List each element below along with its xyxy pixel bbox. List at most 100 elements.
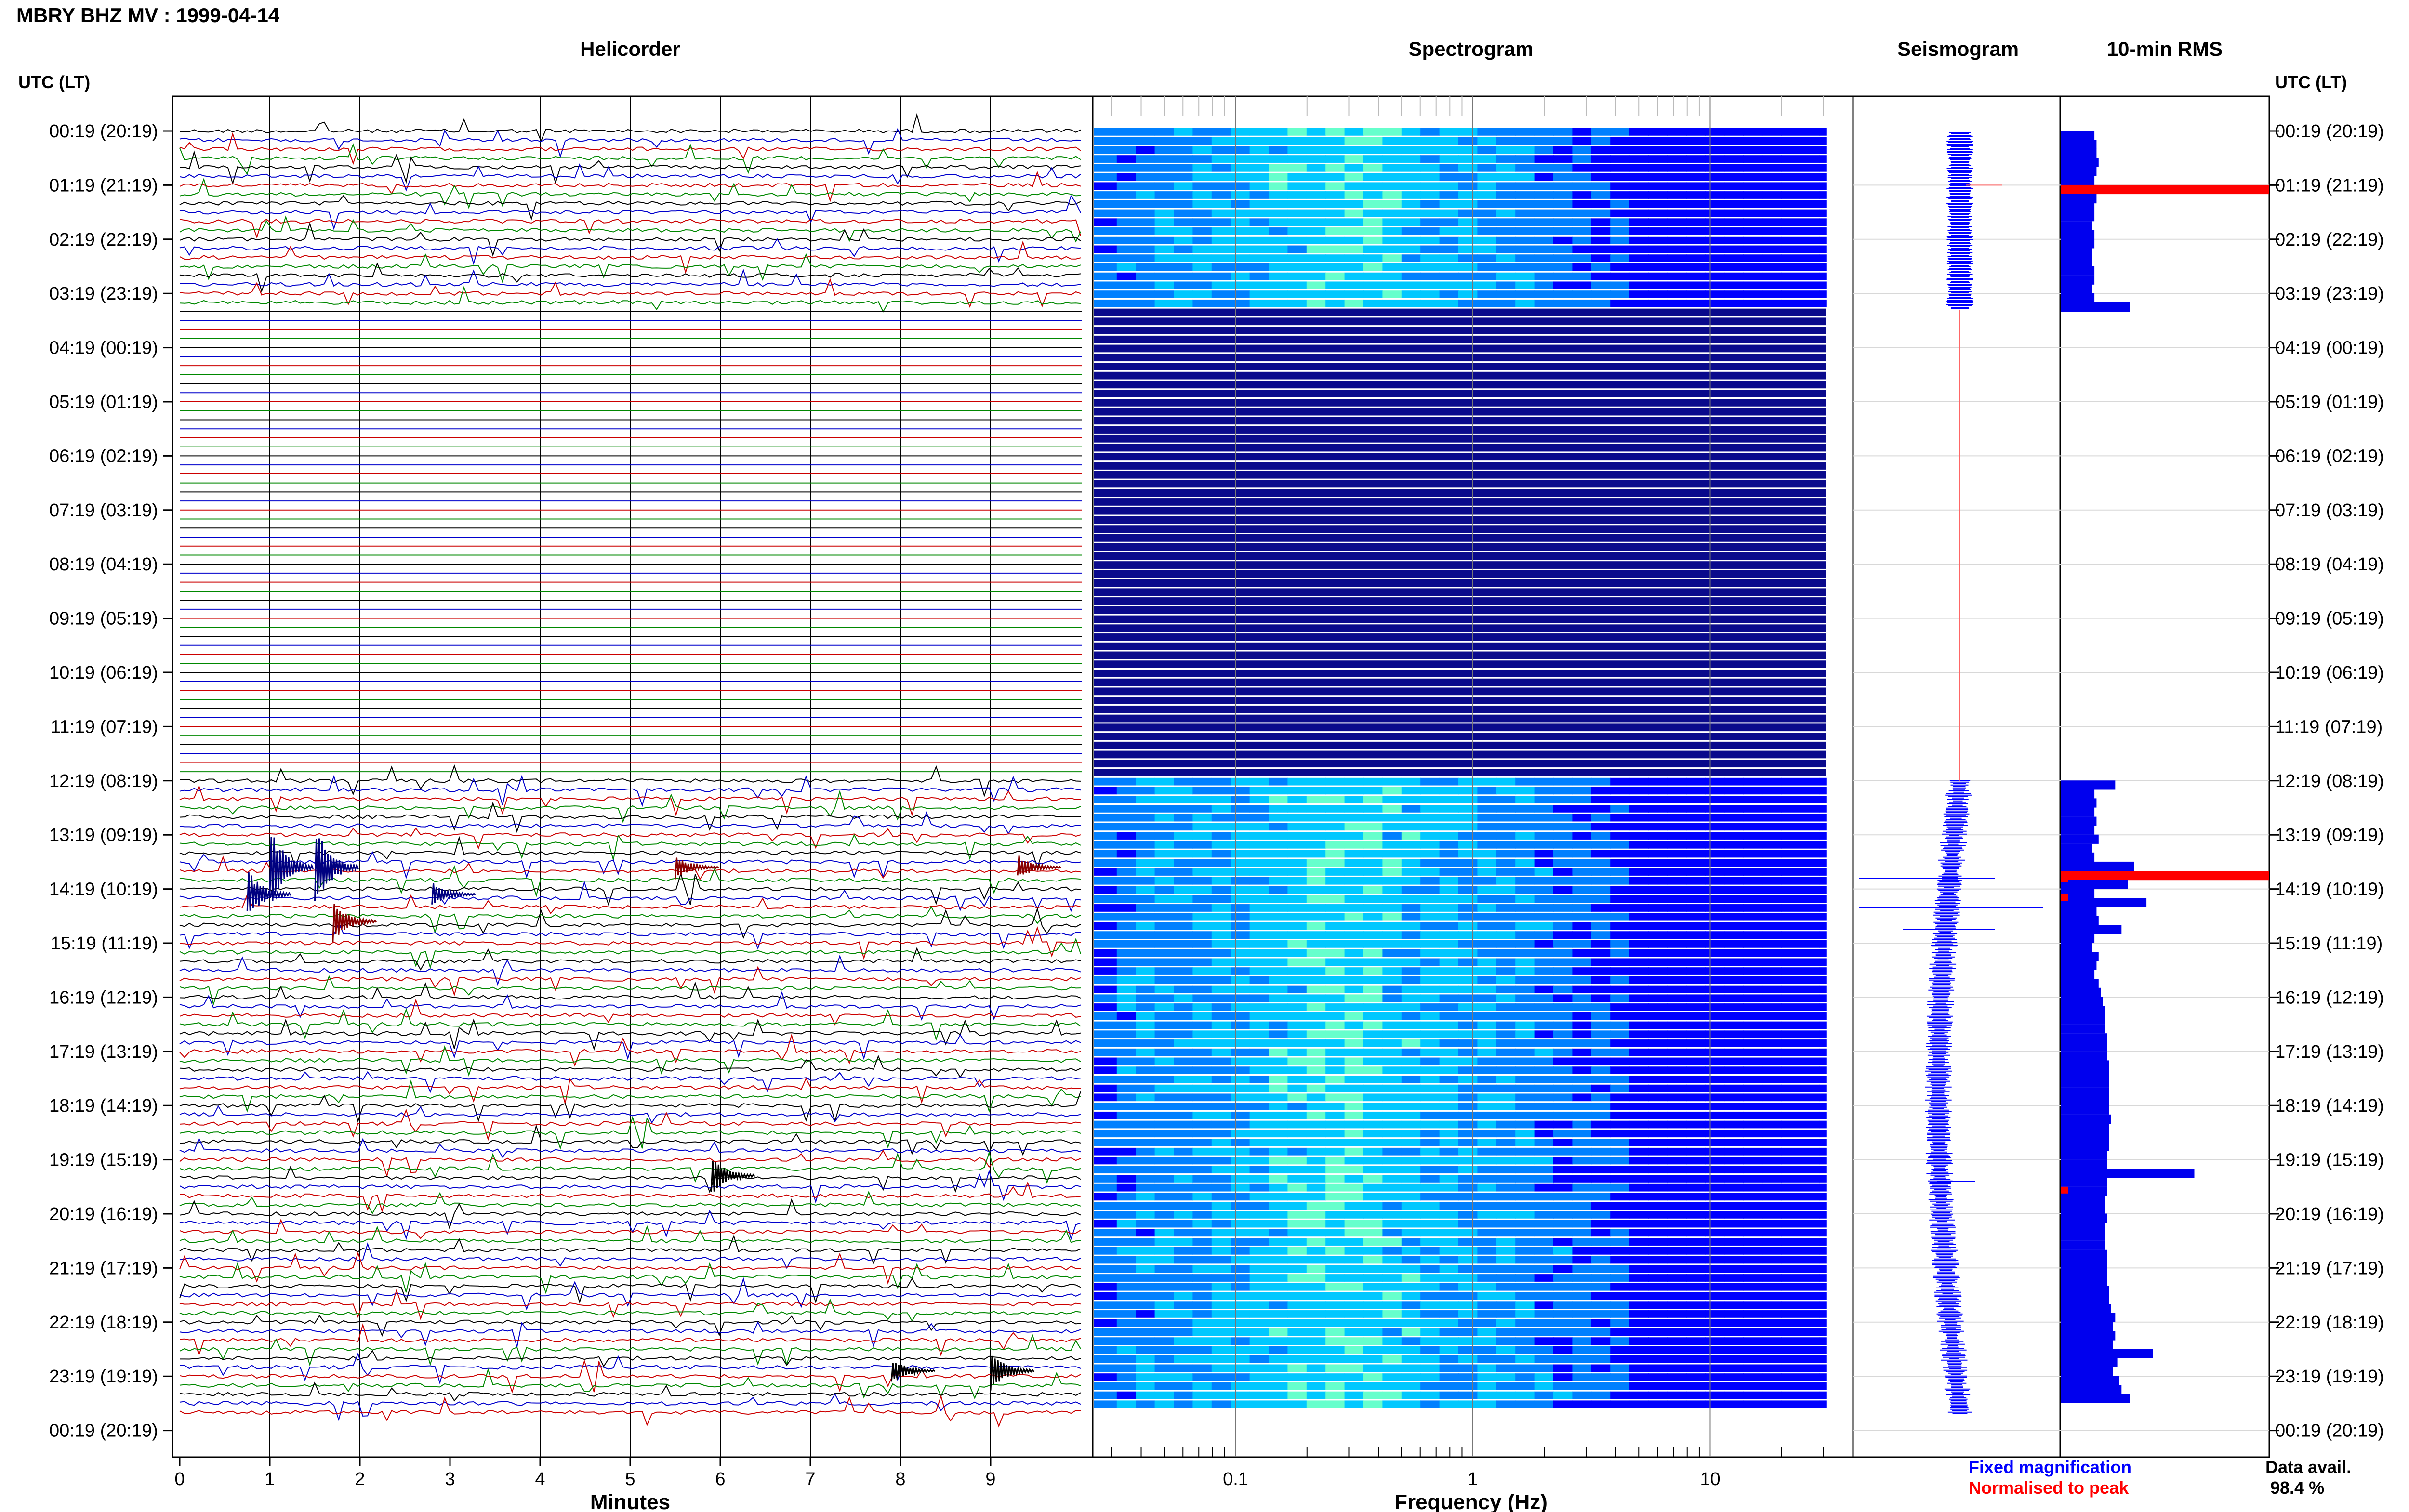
- spectrogram-cell: [1382, 904, 1402, 912]
- spectrogram-cell: [1534, 796, 1554, 803]
- spectrogram-cell: [1420, 895, 1440, 903]
- spectrogram-cell: [1572, 1301, 1592, 1309]
- spectrogram-cell: [1477, 1012, 1497, 1020]
- spectrogram-cell: [1439, 200, 1459, 208]
- spectrogram-cell: [1306, 1229, 1326, 1237]
- spectrogram-cell: [1743, 1039, 1763, 1047]
- spectrogram-cell: [1496, 1076, 1516, 1083]
- spectrogram-cell: [1211, 1193, 1231, 1201]
- spectrogram-cell: [1306, 1220, 1326, 1228]
- spectrogram-cell: [1819, 1238, 1827, 1246]
- spectrogram-cell: [1458, 814, 1478, 822]
- spectrogram-cell: [1553, 1103, 1573, 1110]
- spectrogram-cell: [1211, 173, 1231, 181]
- spectrogram-cell: [1420, 128, 1440, 136]
- spectrogram-cell: [1477, 1373, 1497, 1381]
- spectrogram-cell: [1211, 254, 1231, 262]
- spectrogram-cell: [1686, 796, 1706, 803]
- spectrogram-cell: [1629, 832, 1649, 840]
- spectrogram-cell: [1477, 299, 1497, 307]
- spectrogram-cell: [1553, 1120, 1573, 1129]
- spectrogram-cell: [1269, 272, 1288, 280]
- spectrogram-cell: [1743, 236, 1763, 244]
- spectrogram-cell: [1211, 805, 1231, 813]
- spectrogram-cell: [1231, 1157, 1250, 1165]
- spectrogram-cell: [1648, 1084, 1668, 1092]
- spectrogram-cell: [1094, 1021, 1117, 1029]
- spectrogram-cell: [1648, 895, 1668, 903]
- spectrogram-cell: [1116, 949, 1136, 957]
- spectrogram-cell: [1249, 868, 1269, 876]
- time-label-right: 08:19 (04:19): [2275, 554, 2384, 575]
- spectrogram-cell: [1781, 1274, 1800, 1282]
- spectrogram-cell: [1667, 994, 1687, 1002]
- spectrogram-cell: [1094, 940, 1117, 948]
- spectrogram-cell: [1572, 1111, 1592, 1119]
- spectrogram-cell: [1762, 1057, 1782, 1065]
- spectrogram-cell: [1094, 1301, 1117, 1309]
- spectrogram-cell: [1743, 173, 1763, 181]
- spectrogram-cell: [1610, 209, 1630, 217]
- spectrogram-cell: [1325, 841, 1345, 849]
- spectrogram-cell: [1572, 254, 1592, 262]
- spectrogram-cell: [1477, 1229, 1497, 1237]
- spectrogram-cell: [1686, 868, 1706, 876]
- spectrogram-cell: [1610, 1103, 1630, 1110]
- spectrogram-cell: [1515, 949, 1535, 957]
- spectrogram-cell: [1458, 182, 1478, 190]
- spectrogram-cell: [1174, 949, 1193, 957]
- spectrogram-cell: [1344, 254, 1364, 262]
- spectrogram-cell: [1724, 1103, 1744, 1110]
- legend-fixed: Fixed magnification: [1969, 1457, 2132, 1477]
- spectrogram-cell: [1781, 1382, 1800, 1390]
- spectrogram-cell: [1553, 1391, 1573, 1399]
- helicorder-xtick-label: 5: [625, 1469, 635, 1489]
- spectrogram-cell: [1458, 904, 1478, 912]
- spectrogram-cell: [1686, 1057, 1706, 1065]
- spectrogram-cell: [1231, 128, 1250, 136]
- spectrogram-cell: [1667, 1346, 1687, 1354]
- spectrogram-cell: [1136, 841, 1155, 849]
- spectrogram-cell: [1136, 823, 1155, 831]
- spectrogram-cell: [1743, 1084, 1763, 1092]
- spectrogram-cell: [1800, 200, 1820, 208]
- spectrogram-cell: [1648, 1103, 1668, 1110]
- spectrogram-cell: [1174, 958, 1193, 966]
- spectrogram-cell: [1249, 994, 1269, 1002]
- spectrogram-cell: [1724, 777, 1744, 786]
- spectrogram-cell: [1591, 967, 1611, 975]
- spectrogram-cell: [1420, 913, 1440, 921]
- rms-bar: [2061, 880, 2128, 889]
- rms-bar: [2061, 1376, 2119, 1385]
- spectrogram-cell: [1458, 1247, 1478, 1255]
- spectrogram-cell: [1306, 976, 1326, 984]
- spectrogram-cell: [1401, 904, 1421, 912]
- time-label-right: 02:19 (22:19): [2275, 230, 2384, 250]
- spectrogram-cell: [1287, 272, 1307, 280]
- spectrogram-cell: [1439, 1337, 1459, 1345]
- spectrogram-cell: [1420, 841, 1440, 849]
- spectrogram-cell: [1648, 1238, 1668, 1246]
- spectrogram-cell: [1439, 218, 1459, 226]
- spectrogram-row: [1094, 624, 1826, 632]
- spectrogram-cell: [1269, 886, 1288, 894]
- spectrogram-cell: [1249, 832, 1269, 840]
- spectrogram-cell: [1800, 1310, 1820, 1318]
- spectrogram-cell: [1154, 1193, 1174, 1201]
- spectrogram-cell: [1287, 1247, 1307, 1255]
- spectrogram-cell: [1094, 182, 1117, 190]
- spectrogram-cell: [1610, 1093, 1630, 1102]
- spectrogram-cell: [1724, 940, 1744, 948]
- spectrogram-cell: [1800, 814, 1820, 822]
- spectrogram-cell: [1496, 245, 1516, 253]
- spectrogram-cell: [1515, 236, 1535, 244]
- spectrogram-cell: [1743, 777, 1763, 786]
- spectrogram-cell: [1477, 1021, 1497, 1029]
- spectrogram-cell: [1439, 146, 1459, 154]
- spectrogram-cell: [1249, 236, 1269, 244]
- spectrogram-cell: [1477, 796, 1497, 803]
- spectrogram-cell: [1648, 1373, 1668, 1381]
- spectrogram-cell: [1458, 1030, 1478, 1039]
- spectrogram-cell: [1439, 1103, 1459, 1110]
- spectrogram-cell: [1553, 777, 1573, 786]
